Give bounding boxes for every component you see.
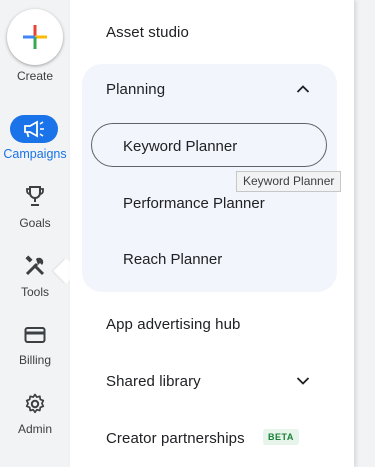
menu-item-performance-planner[interactable]: Performance Planner [123,195,265,212]
chevron-up-icon[interactable] [296,84,310,94]
campaigns-nav-item[interactable] [10,115,58,143]
tools-icon[interactable] [23,254,47,278]
menu-item-reach-planner[interactable]: Reach Planner [123,251,222,268]
tools-label[interactable]: Tools [0,285,70,299]
plus-icon [23,25,47,49]
tooltip: Keyword Planner [236,171,342,192]
gear-icon[interactable] [23,392,47,416]
menu-item-planning[interactable]: Planning [106,81,165,98]
megaphone-icon [24,120,44,138]
trophy-icon[interactable] [23,184,47,208]
goals-label[interactable]: Goals [0,216,70,230]
create-button[interactable] [7,9,63,65]
create-label: Create [16,69,54,83]
beta-badge: BETA [263,429,299,445]
campaigns-label[interactable]: Campaigns [0,147,70,161]
keyword-planner-label[interactable]: Keyword Planner [123,138,237,155]
menu-item-asset-studio[interactable]: Asset studio [106,24,189,41]
menu-item-app-advertising-hub[interactable]: App advertising hub [106,316,241,333]
menu-item-creator-partnerships[interactable]: Creator partnerships [106,430,245,447]
billing-label[interactable]: Billing [0,353,70,367]
chevron-down-icon[interactable] [296,376,310,386]
menu-item-shared-library[interactable]: Shared library [106,373,201,390]
navigation-rail: Create Campaigns Goals Tools Billing Adm… [0,0,70,467]
credit-card-icon[interactable] [23,323,47,347]
tools-menu-panel: Asset studio Planning Keyword Planner Pe… [70,0,354,467]
admin-label[interactable]: Admin [0,422,70,436]
